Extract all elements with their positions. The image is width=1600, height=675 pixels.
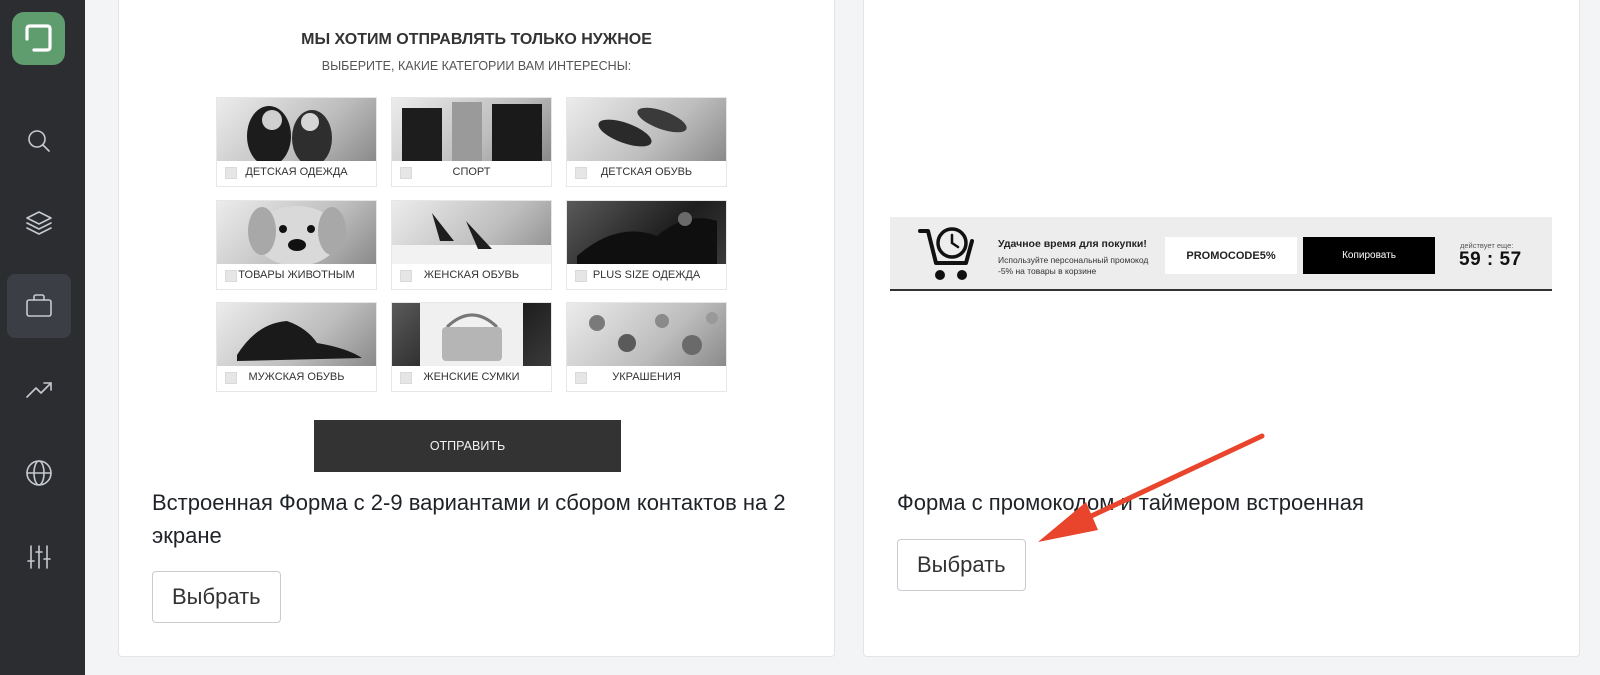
category-photo	[217, 98, 376, 161]
category-tile[interactable]: ЖЕНСКИЕ СУМКИ	[391, 302, 552, 392]
preview-title: МЫ ХОТИМ ОТПРАВЛЯТЬ ТОЛЬКО НУЖНОЕ	[301, 31, 652, 48]
template-card: Удачное время для покупки! Используйте п…	[863, 0, 1580, 657]
template-card: МЫ ХОТИМ ОТПРАВЛЯТЬ ТОЛЬКО НУЖНОЕ ВЫБЕРИ…	[118, 0, 835, 657]
category-tile[interactable]: ТОВАРЫ ЖИВОТНЫМ	[216, 200, 377, 290]
promo-description: Используйте персональный промокод	[998, 255, 1149, 265]
shopping-cart-clock-icon	[918, 227, 974, 280]
nav-search[interactable]	[7, 109, 71, 173]
category-label: ТОВАРЫ ЖИВОТНЫМ	[238, 269, 355, 281]
category-photo	[392, 303, 551, 366]
category-label: СПОРТ	[452, 166, 491, 178]
nav-briefcase[interactable]	[7, 274, 71, 338]
category-photo	[217, 303, 376, 366]
category-tile[interactable]: СПОРТ	[391, 97, 552, 187]
category-tile[interactable]: ДЕТСКАЯ ОДЕЖДА	[216, 97, 377, 187]
sidebar	[0, 0, 85, 675]
template-title: Встроенная Форма с 2-9 вариантами и сбор…	[152, 490, 786, 548]
promo-code: PROMOCODE5%	[1165, 237, 1297, 274]
category-label: МУЖСКАЯ ОБУВЬ	[248, 371, 345, 383]
category-tile[interactable]: ЖЕНСКАЯ ОБУВЬ	[391, 200, 552, 290]
category-photo	[392, 201, 551, 264]
logo-icon	[25, 24, 52, 52]
kids-shoes-photo-icon	[598, 107, 687, 147]
nav-globe[interactable]	[7, 441, 71, 505]
category-photo	[567, 201, 726, 264]
heels-photo-icon	[392, 213, 551, 264]
category-label: ДЕТСКАЯ ОБУВЬ	[600, 166, 693, 178]
jewelry-photo-icon	[589, 312, 718, 355]
category-tile[interactable]: PLUS SIZE ОДЕЖДА	[566, 200, 727, 290]
briefcase-icon	[26, 294, 52, 317]
promo-headline: Удачное время для покупки!	[998, 238, 1147, 250]
copy-button[interactable]: Копировать	[1303, 237, 1435, 274]
nav-layers[interactable]	[7, 191, 71, 255]
category-photo	[392, 98, 551, 161]
category-tile[interactable]: МУЖСКАЯ ОБУВЬ	[216, 302, 377, 392]
category-label: ЖЕНСКАЯ ОБУВЬ	[423, 269, 520, 281]
bag-photo-icon	[420, 303, 523, 366]
category-photo	[567, 98, 726, 161]
kids-photo-icon	[247, 106, 332, 161]
category-tile[interactable]: ДЕТСКАЯ ОБУВЬ	[566, 97, 727, 187]
category-label: ЖЕНСКИЕ СУМКИ	[423, 371, 520, 383]
category-photo	[567, 303, 726, 366]
plus-size-photo-icon	[577, 212, 717, 264]
men-shoes-photo-icon	[237, 321, 362, 361]
sport-photo-icon	[402, 102, 542, 161]
promo-description: -5% на товары в корзине	[998, 266, 1097, 276]
category-label: PLUS SIZE ОДЕЖДА	[592, 269, 701, 281]
countdown-timer: 59 : 57	[1459, 249, 1522, 270]
select-button[interactable]: Выбрать	[152, 571, 281, 623]
submit-button[interactable]: ОТПРАВИТЬ	[314, 420, 621, 472]
category-photo	[217, 201, 376, 264]
globe-icon	[26, 460, 52, 486]
dog-photo-icon	[248, 206, 346, 264]
trending-up-icon	[26, 382, 52, 398]
nav-analytics[interactable]	[7, 357, 71, 421]
category-tile[interactable]: УКРАШЕНИЯ	[566, 302, 727, 392]
search-icon	[28, 130, 50, 152]
nav-settings[interactable]	[7, 525, 71, 589]
app-logo[interactable]	[12, 12, 65, 65]
category-label: УКРАШЕНИЯ	[612, 371, 681, 383]
annotation-arrow	[1038, 433, 1265, 542]
sliders-icon	[27, 545, 51, 569]
category-label: ДЕТСКАЯ ОДЕЖДА	[245, 166, 348, 178]
select-button[interactable]: Выбрать	[897, 539, 1026, 591]
promo-banner-preview: Удачное время для покупки! Используйте п…	[890, 217, 1552, 291]
preview-subtitle: ВЫБЕРИТЕ, КАКИЕ КАТЕГОРИИ ВАМ ИНТЕРЕСНЫ:	[321, 59, 632, 73]
layers-icon	[26, 211, 52, 235]
